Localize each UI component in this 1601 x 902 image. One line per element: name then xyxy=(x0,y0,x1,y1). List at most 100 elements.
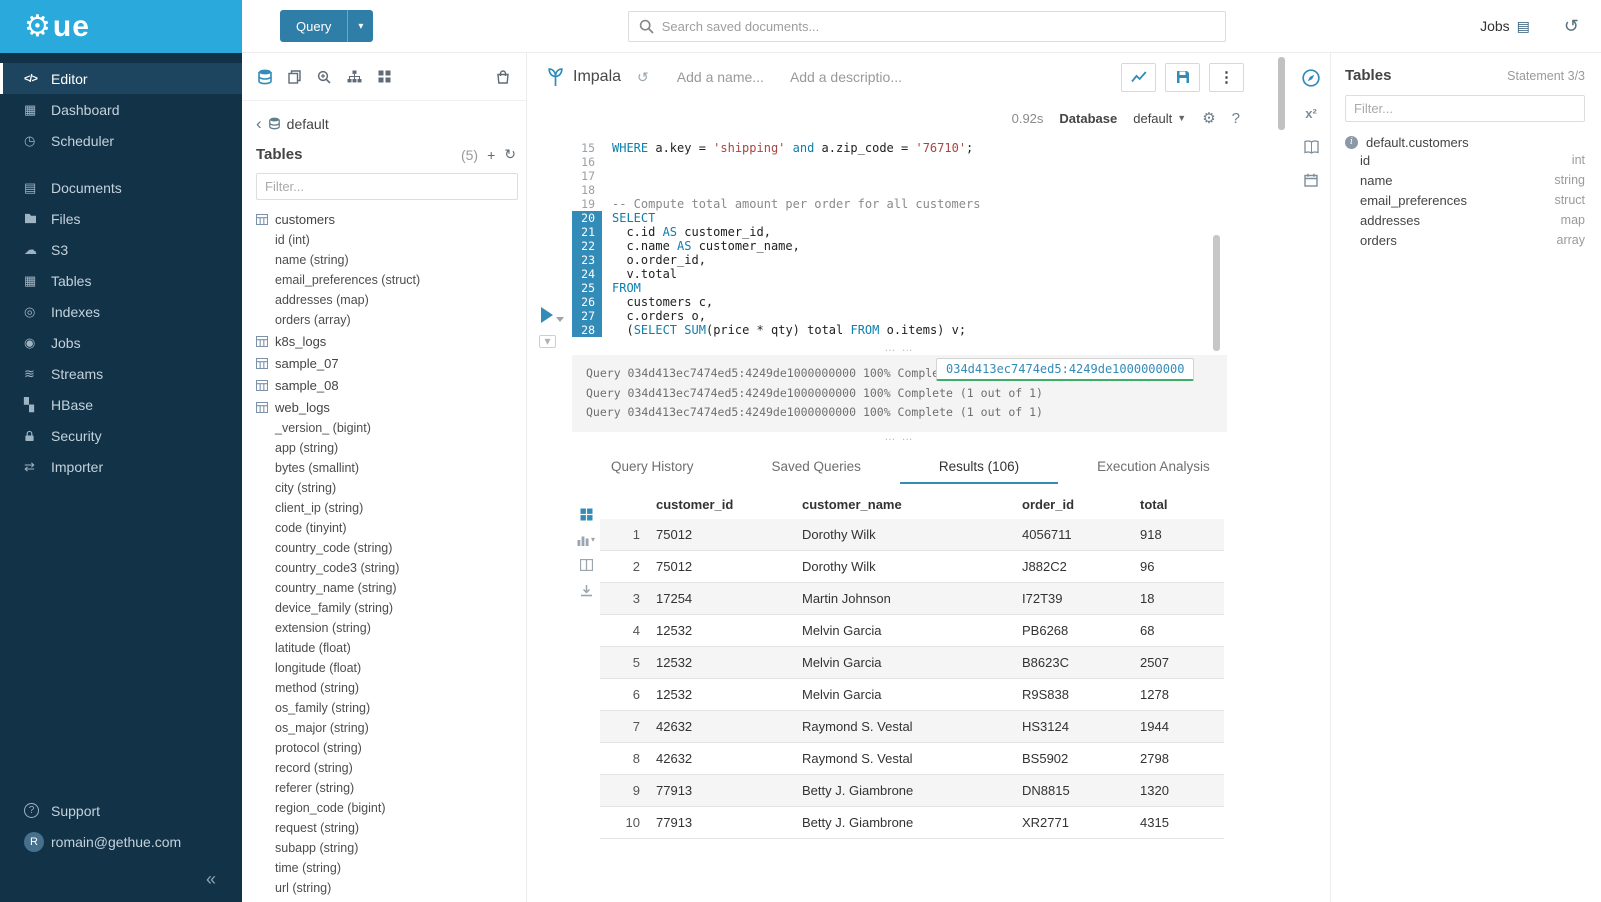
sidebar-item-scheduler[interactable]: ◷Scheduler xyxy=(0,125,242,156)
column-item[interactable]: extension (string) xyxy=(256,618,516,638)
resize-handle-top[interactable] xyxy=(572,343,1227,355)
column-item[interactable]: latitude (float) xyxy=(256,638,516,658)
sidebar-item-dashboard[interactable]: ▦Dashboard xyxy=(0,94,242,125)
column-header-total[interactable]: total xyxy=(1132,492,1224,519)
column-item[interactable]: client_ip (string) xyxy=(256,498,516,518)
table-item-k8s-logs[interactable]: k8s_logs xyxy=(256,330,516,352)
query-description-field[interactable]: Add a descriptio... xyxy=(790,69,902,85)
column-header-customer-id[interactable]: customer_id xyxy=(648,492,794,519)
tab-query-history[interactable]: Query History xyxy=(572,452,733,484)
refresh-icon[interactable]: ↻ xyxy=(504,146,516,163)
sidebar-item-streams[interactable]: ≋Streams xyxy=(0,358,242,389)
sidebar-item-documents[interactable]: ▤Documents xyxy=(0,172,242,203)
right-panel-column-name[interactable]: namestring xyxy=(1360,170,1585,190)
sidebar-item-support[interactable]: Support xyxy=(0,795,242,826)
more-actions-button[interactable]: ⋮ xyxy=(1209,63,1244,92)
column-item[interactable]: os_family (string) xyxy=(256,698,516,718)
column-item[interactable]: referer (string) xyxy=(256,778,516,798)
bag-icon[interactable] xyxy=(496,70,510,84)
table-item-sample-07[interactable]: sample_07 xyxy=(256,352,516,374)
functions-icon[interactable] xyxy=(1305,106,1317,121)
sidebar-item-files[interactable]: Files xyxy=(0,203,242,234)
sidebar-item-security[interactable]: Security xyxy=(0,420,242,451)
database-breadcrumb[interactable]: ‹ default xyxy=(256,115,516,132)
column-item[interactable]: bytes (smallint) xyxy=(256,458,516,478)
column-item[interactable]: orders (array) xyxy=(256,310,516,330)
column-item[interactable]: addresses (map) xyxy=(256,290,516,310)
hue-logo[interactable]: ⚙ ue xyxy=(0,0,242,53)
sidebar-item-indexes[interactable]: ◎Indexes xyxy=(0,296,242,327)
apps-grid-icon[interactable] xyxy=(378,70,391,83)
table-item-customers[interactable]: customers xyxy=(256,208,516,230)
query-name-field[interactable]: Add a name... xyxy=(677,69,764,85)
chart-view-icon[interactable]: ▾ xyxy=(577,534,595,546)
snippet-settings-icon[interactable]: ▾ xyxy=(539,335,556,348)
tab-saved-queries[interactable]: Saved Queries xyxy=(733,452,900,484)
download-icon[interactable] xyxy=(580,584,593,597)
execute-options-caret[interactable] xyxy=(556,317,564,322)
sitemap-icon[interactable] xyxy=(347,70,362,83)
column-item[interactable]: method (string) xyxy=(256,678,516,698)
snippet-history-icon[interactable]: ↺ xyxy=(637,69,649,86)
tab-execution-analysis[interactable]: Execution Analysis xyxy=(1058,452,1249,484)
tab-results-106[interactable]: Results (106) xyxy=(900,452,1058,484)
column-item[interactable]: url (string) xyxy=(256,878,516,898)
column-item[interactable]: code (tinyint) xyxy=(256,518,516,538)
column-item[interactable]: country_code (string) xyxy=(256,538,516,558)
column-item[interactable]: os_major (string) xyxy=(256,718,516,738)
column-item[interactable]: app (string) xyxy=(256,438,516,458)
column-item[interactable]: _version_ (bigint) xyxy=(256,418,516,438)
settings-gear-icon[interactable]: ⚙ xyxy=(1202,109,1215,127)
column-item[interactable]: protocol (string) xyxy=(256,738,516,758)
right-panel-column-email-preferences[interactable]: email_preferencesstruct xyxy=(1360,190,1585,210)
execute-play-button[interactable] xyxy=(541,307,553,323)
sidebar-collapse-button[interactable]: « xyxy=(0,857,242,894)
chart-button[interactable] xyxy=(1121,63,1156,92)
column-item[interactable]: name (string) xyxy=(256,250,516,270)
grid-view-icon[interactable] xyxy=(580,508,593,521)
query-button[interactable]: Query xyxy=(280,10,347,42)
documents-copy-icon[interactable] xyxy=(288,70,301,84)
column-item[interactable]: id (int) xyxy=(256,230,516,250)
sidebar-item-s3[interactable]: ☁S3 xyxy=(0,234,242,265)
query-history-icon[interactable]: ↺ xyxy=(1564,16,1579,37)
query-dropdown-caret[interactable]: ▾ xyxy=(347,10,373,42)
help-icon[interactable]: ? xyxy=(1232,110,1240,127)
column-item[interactable]: country_name (string) xyxy=(256,578,516,598)
schedule-calendar-icon[interactable] xyxy=(1304,173,1318,187)
right-panel-column-id[interactable]: idint xyxy=(1360,150,1585,170)
column-item[interactable]: time (string) xyxy=(256,858,516,878)
column-item[interactable]: longitude (float) xyxy=(256,658,516,678)
sidebar-item-importer[interactable]: ⇄Importer xyxy=(0,451,242,482)
search-input[interactable] xyxy=(662,19,1215,34)
code-editor[interactable]: 15WHERE a.key = 'shipping' and a.zip_cod… xyxy=(527,135,1292,343)
column-item[interactable]: device_family (string) xyxy=(256,598,516,618)
column-item[interactable]: record (string) xyxy=(256,758,516,778)
tables-filter-input[interactable] xyxy=(256,173,518,200)
column-header-customer-name[interactable]: customer_name xyxy=(794,492,1014,519)
zoom-in-icon[interactable] xyxy=(317,70,331,84)
database-select[interactable]: default ▼ xyxy=(1133,111,1186,126)
column-item[interactable]: city (string) xyxy=(256,478,516,498)
column-header-order-id[interactable]: order_id xyxy=(1014,492,1132,519)
column-item[interactable]: user_agent (string) xyxy=(256,898,516,902)
sidebar-item-user[interactable]: R romain@gethue.com xyxy=(0,826,242,857)
jobs-link[interactable]: Jobs ▤ xyxy=(1480,18,1530,35)
databases-source-icon[interactable] xyxy=(258,69,272,85)
right-panel-column-addresses[interactable]: addressesmap xyxy=(1360,210,1585,230)
column-item[interactable]: country_code3 (string) xyxy=(256,558,516,578)
column-item[interactable]: email_preferences (struct) xyxy=(256,270,516,290)
resize-handle-bottom[interactable] xyxy=(572,432,1227,444)
column-item[interactable]: request (string) xyxy=(256,818,516,838)
add-table-icon[interactable]: + xyxy=(487,147,495,163)
column-item[interactable]: region_code (bigint) xyxy=(256,798,516,818)
save-button[interactable] xyxy=(1165,63,1200,92)
right-panel-filter-input[interactable] xyxy=(1345,95,1585,122)
language-reference-icon[interactable] xyxy=(1304,140,1319,154)
table-item-web-logs[interactable]: web_logs xyxy=(256,396,516,418)
sidebar-item-jobs[interactable]: ◉Jobs xyxy=(0,327,242,358)
column-item[interactable]: subapp (string) xyxy=(256,838,516,858)
editor-scrollbar[interactable] xyxy=(1213,235,1220,351)
back-chevron-icon[interactable]: ‹ xyxy=(256,115,262,132)
page-scrollbar[interactable] xyxy=(1278,57,1285,130)
